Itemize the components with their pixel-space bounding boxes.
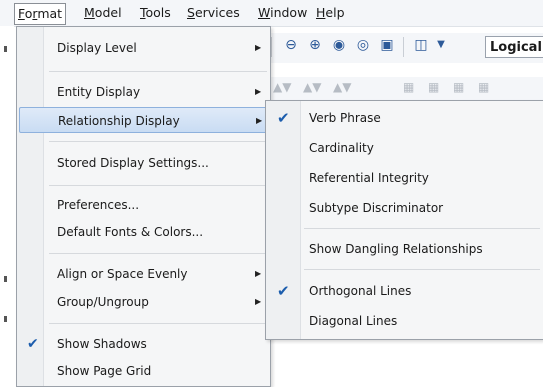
toolbar-separator (271, 37, 272, 57)
menu-separator (49, 323, 267, 324)
menu-item-label: Stored Display Settings... (57, 156, 209, 170)
relationship-display-submenu: ✔ Verb Phrase Cardinality Referential In… (265, 100, 543, 340)
view-select[interactable]: Logical (485, 36, 543, 58)
menu-item-label: Verb Phrase (309, 111, 381, 125)
zoom-select-icon[interactable]: ▣ (379, 37, 395, 53)
edge-mark (4, 316, 7, 322)
submenu-arrow-icon: ▶ (256, 116, 263, 125)
menu-services[interactable]: Services (187, 5, 240, 21)
menu-item-relationship-display[interactable]: Relationship Display ▶ (19, 107, 268, 133)
checkmark-icon: ✔ (277, 282, 290, 300)
menu-item-label: Orthogonal Lines (309, 284, 412, 298)
edge-mark (4, 46, 7, 52)
zoom-fit-icon[interactable]: ◉ (331, 37, 347, 53)
zoom-page-icon[interactable]: ◎ (355, 37, 371, 53)
zoom-toolbar: ⊖ ⊕ ◉ ◎ ▣ ◫ ▼ Logical (263, 33, 543, 63)
menu-item-align-space-evenly[interactable]: Align or Space Evenly ▶ (19, 261, 268, 287)
menu-item-label: Subtype Discriminator (309, 201, 444, 215)
submenu-item-cardinality[interactable]: Cardinality (268, 134, 542, 162)
menu-item-label: Default Fonts & Colors... (57, 225, 204, 239)
menu-item-display-level[interactable]: Display Level ▶ (19, 35, 268, 61)
menu-separator (49, 71, 267, 72)
menu-tools[interactable]: Tools (140, 5, 171, 21)
menu-item-label: Referential Integrity (309, 171, 429, 185)
menu-item-show-shadows[interactable]: ✔ Show Shadows (19, 331, 268, 357)
dropdown-arrow-icon[interactable]: ▼ (433, 37, 449, 53)
submenu-item-show-dangling-relationships[interactable]: Show Dangling Relationships (268, 235, 542, 263)
submenu-item-verb-phrase[interactable]: ✔ Verb Phrase (268, 104, 542, 132)
format-menu: Display Level ▶ Entity Display ▶ Relatio… (16, 26, 271, 387)
menu-help[interactable]: Help (316, 5, 345, 21)
checkmark-icon: ✔ (27, 336, 39, 352)
menu-separator (49, 253, 267, 254)
submenu-item-subtype-discriminator[interactable]: Subtype Discriminator (268, 194, 542, 222)
edge-mark (4, 276, 7, 282)
menu-separator (304, 228, 540, 229)
submenu-arrow-icon: ▶ (255, 297, 262, 306)
menu-item-default-fonts-colors[interactable]: Default Fonts & Colors... (19, 219, 268, 245)
toolbar-icon[interactable]: ▲▼ (303, 80, 321, 94)
submenu-item-diagonal-lines[interactable]: Diagonal Lines (268, 307, 542, 335)
menu-bar: Format Model Tools Services Window Help (0, 0, 543, 27)
toolbar-icon[interactable]: ▲▼ (273, 80, 291, 94)
menu-separator (49, 185, 267, 186)
menu-item-show-page-grid[interactable]: Show Page Grid (19, 358, 268, 384)
submenu-arrow-icon: ▶ (255, 43, 262, 52)
menu-item-group-ungroup[interactable]: Group/Ungroup ▶ (19, 289, 268, 315)
menu-item-label: Show Shadows (57, 337, 147, 351)
toolbar-icon[interactable]: ▦ (478, 80, 489, 94)
menu-item-stored-display-settings[interactable]: Stored Display Settings... (19, 150, 268, 176)
menu-item-label: Show Dangling Relationships (309, 242, 483, 256)
menu-item-label: Diagonal Lines (309, 314, 398, 328)
menu-separator (304, 269, 540, 270)
menu-item-label: Display Level (57, 41, 137, 55)
menu-window[interactable]: Window (258, 5, 307, 21)
checkmark-icon: ✔ (277, 109, 290, 127)
menu-item-label: Entity Display (57, 85, 141, 99)
zoom-out-icon[interactable]: ⊖ (283, 37, 299, 53)
menu-model[interactable]: Model (84, 5, 122, 21)
menu-item-label: Show Page Grid (57, 364, 152, 378)
view-icon[interactable]: ◫ (413, 37, 429, 53)
toolbar-separator (403, 37, 404, 57)
menu-item-label: Preferences... (57, 198, 140, 212)
menu-item-label: Relationship Display (58, 114, 180, 128)
toolbar-icon[interactable]: ▲▼ (333, 80, 351, 94)
submenu-arrow-icon: ▶ (255, 269, 262, 278)
submenu-item-referential-integrity[interactable]: Referential Integrity (268, 164, 542, 192)
toolbar-icon[interactable]: ▦ (428, 80, 439, 94)
menu-item-label: Cardinality (309, 141, 374, 155)
zoom-in-icon[interactable]: ⊕ (307, 37, 323, 53)
display-toolbar: ▲▼ ▲▼ ▲▼ ▦ ▦ ▦ ▦ (263, 77, 543, 101)
menu-format[interactable]: Format (14, 3, 67, 25)
menu-item-label: Group/Ungroup (57, 295, 149, 309)
submenu-arrow-icon: ▶ (255, 87, 262, 96)
left-edge (0, 26, 14, 387)
menu-item-entity-display[interactable]: Entity Display ▶ (19, 79, 268, 105)
submenu-item-orthogonal-lines[interactable]: ✔ Orthogonal Lines (268, 277, 542, 305)
toolbar-icon[interactable]: ▦ (403, 80, 414, 94)
menu-item-preferences[interactable]: Preferences... (19, 192, 268, 218)
menu-item-label: Align or Space Evenly (57, 267, 188, 281)
menu-separator (49, 141, 267, 142)
toolbar-icon[interactable]: ▦ (453, 80, 464, 94)
